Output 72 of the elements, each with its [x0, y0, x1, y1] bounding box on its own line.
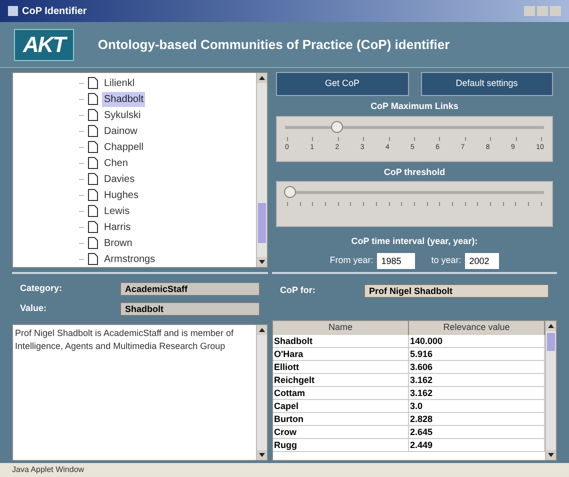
document-icon: [88, 109, 98, 121]
tree-item[interactable]: Harris: [102, 220, 133, 234]
document-icon: [88, 77, 98, 89]
table-cell: Burton: [273, 412, 409, 424]
scrollbar[interactable]: [545, 321, 556, 460]
tree-item[interactable]: Brown: [102, 236, 134, 250]
tree-item[interactable]: Sykulski: [102, 108, 143, 122]
scroll-down-button[interactable]: [257, 257, 267, 267]
table-cell: Reichgelt: [273, 374, 409, 386]
up-arrow-icon[interactable]: [259, 76, 265, 80]
up-arrow-icon[interactable]: [548, 324, 554, 328]
value-label: Value:: [20, 302, 48, 316]
tree-item[interactable]: Shadbolt: [102, 92, 146, 106]
up-arrow-icon[interactable]: [259, 328, 265, 332]
document-icon: [88, 253, 98, 265]
cop-for-label: CoP for:: [280, 284, 316, 298]
from-year-field[interactable]: 1985: [377, 252, 416, 268]
logo: AKT: [14, 28, 74, 60]
down-arrow-icon[interactable]: [259, 260, 265, 264]
document-icon: [88, 237, 98, 249]
table-cell: Cottam: [273, 386, 409, 398]
table-cell: O'Hara: [273, 348, 409, 360]
scroll-thumb[interactable]: [547, 333, 555, 351]
document-icon: [88, 205, 98, 217]
slider-thumb[interactable]: [284, 186, 296, 198]
action-button[interactable]: Get CoP: [276, 72, 408, 96]
value-field[interactable]: Shadbolt: [120, 302, 260, 316]
status-text: Java Applet Window: [12, 464, 84, 476]
tree-item[interactable]: Lewis: [102, 204, 132, 218]
scrollbar[interactable]: [256, 73, 267, 267]
down-arrow-icon[interactable]: [548, 453, 554, 457]
document-icon: [88, 125, 98, 137]
table-cell: Capel: [273, 400, 409, 412]
document-icon: [88, 189, 98, 201]
scrollbar[interactable]: [256, 325, 267, 460]
slider[interactable]: [276, 181, 553, 227]
scroll-thumb[interactable]: [258, 203, 266, 243]
tree-item[interactable]: Chappell: [102, 140, 146, 154]
tree-item[interactable]: Davies: [102, 172, 137, 186]
slider-label: CoP Maximum Links: [370, 100, 458, 113]
slider-label: CoP threshold: [384, 166, 446, 178]
tree-item[interactable]: Dainow: [102, 124, 140, 138]
from-year-label: From year:: [330, 254, 374, 267]
column-header[interactable]: Name: [273, 321, 409, 334]
window-title: CoP Identifier: [22, 4, 87, 18]
app-icon: [8, 6, 18, 16]
action-button[interactable]: Default settings: [420, 72, 553, 96]
description-text: Prof Nigel Shadbolt is AcademicStaff and is member of Intelligence, Agents and Multimedia Research Group: [14, 327, 234, 353]
to-year-field[interactable]: 2002: [465, 252, 500, 268]
table-cell: Crow: [273, 426, 409, 438]
document-icon: [88, 141, 98, 153]
scroll-down-button[interactable]: [546, 450, 556, 460]
table-cell: Elliott: [273, 360, 409, 372]
document-icon: [88, 93, 98, 105]
down-arrow-icon[interactable]: [259, 453, 265, 457]
app-title: Ontology-based Communities of Practice (CoP) identifier: [98, 36, 450, 54]
tree-item[interactable]: Chen: [102, 156, 130, 170]
slider-thumb[interactable]: [330, 120, 343, 132]
interval-label: CoP time interval (year, year):: [350, 235, 479, 248]
to-year-label: to year:: [431, 254, 462, 267]
cop-for-field[interactable]: Prof Nigel Shadbolt: [364, 284, 549, 298]
document-icon: [88, 221, 98, 233]
category-label: Category:: [20, 282, 64, 296]
category-field[interactable]: AcademicStaff: [120, 282, 260, 296]
table-cell: Shadbolt: [273, 334, 409, 346]
table-cell: Rugg: [273, 438, 409, 450]
tree-item[interactable]: Lilienkl: [102, 76, 137, 90]
document-icon: [88, 173, 98, 185]
tree-item[interactable]: Hughes: [102, 188, 140, 202]
tree-item[interactable]: Armstrongs: [102, 252, 158, 266]
scroll-down-button[interactable]: [257, 450, 267, 460]
document-icon: [88, 157, 98, 169]
